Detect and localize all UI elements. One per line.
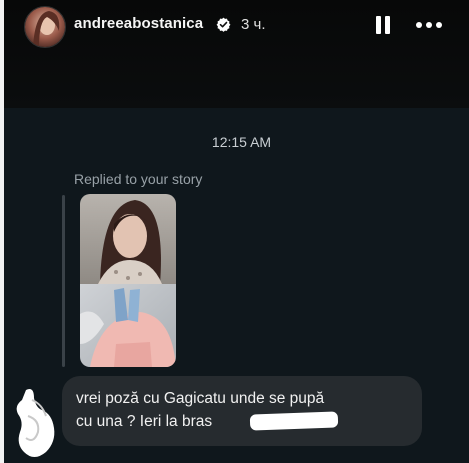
pause-icon xyxy=(385,16,390,34)
message-bubble: vrei poză cu Gagicatu unde se pupă cu un… xyxy=(62,376,422,446)
pause-button[interactable] xyxy=(372,14,394,36)
more-options-icon xyxy=(416,22,422,28)
reply-indicator-bar xyxy=(62,195,65,367)
dm-screenshot: 12:15 AM Replied to your story vrei poză… xyxy=(4,108,469,463)
message-timestamp: 12:15 AM xyxy=(211,134,272,150)
story-thumbnail-image xyxy=(80,194,176,367)
more-options-icon xyxy=(426,22,432,28)
message-text: vrei poză cu Gagicatu unde se pupă cu un… xyxy=(76,390,325,430)
avatar-scribble-icon xyxy=(16,389,55,457)
replied-to-story-label: Replied to your story xyxy=(74,171,203,187)
story-thumbnail[interactable] xyxy=(80,194,176,367)
avatar-photo xyxy=(25,7,65,47)
pause-icon xyxy=(376,16,381,34)
redaction-scribble xyxy=(249,411,339,431)
story-username[interactable]: andreeabostanica xyxy=(74,15,203,32)
more-options-icon xyxy=(436,22,442,28)
story-header xyxy=(0,0,469,108)
more-options-button[interactable] xyxy=(416,14,442,36)
story-viewer: andreeabostanica 3 ч. 12:15 AM Replied t… xyxy=(0,0,469,463)
story-time-ago: 3 ч. xyxy=(241,16,266,33)
verified-badge-icon xyxy=(216,17,231,32)
avatar[interactable] xyxy=(24,6,66,48)
